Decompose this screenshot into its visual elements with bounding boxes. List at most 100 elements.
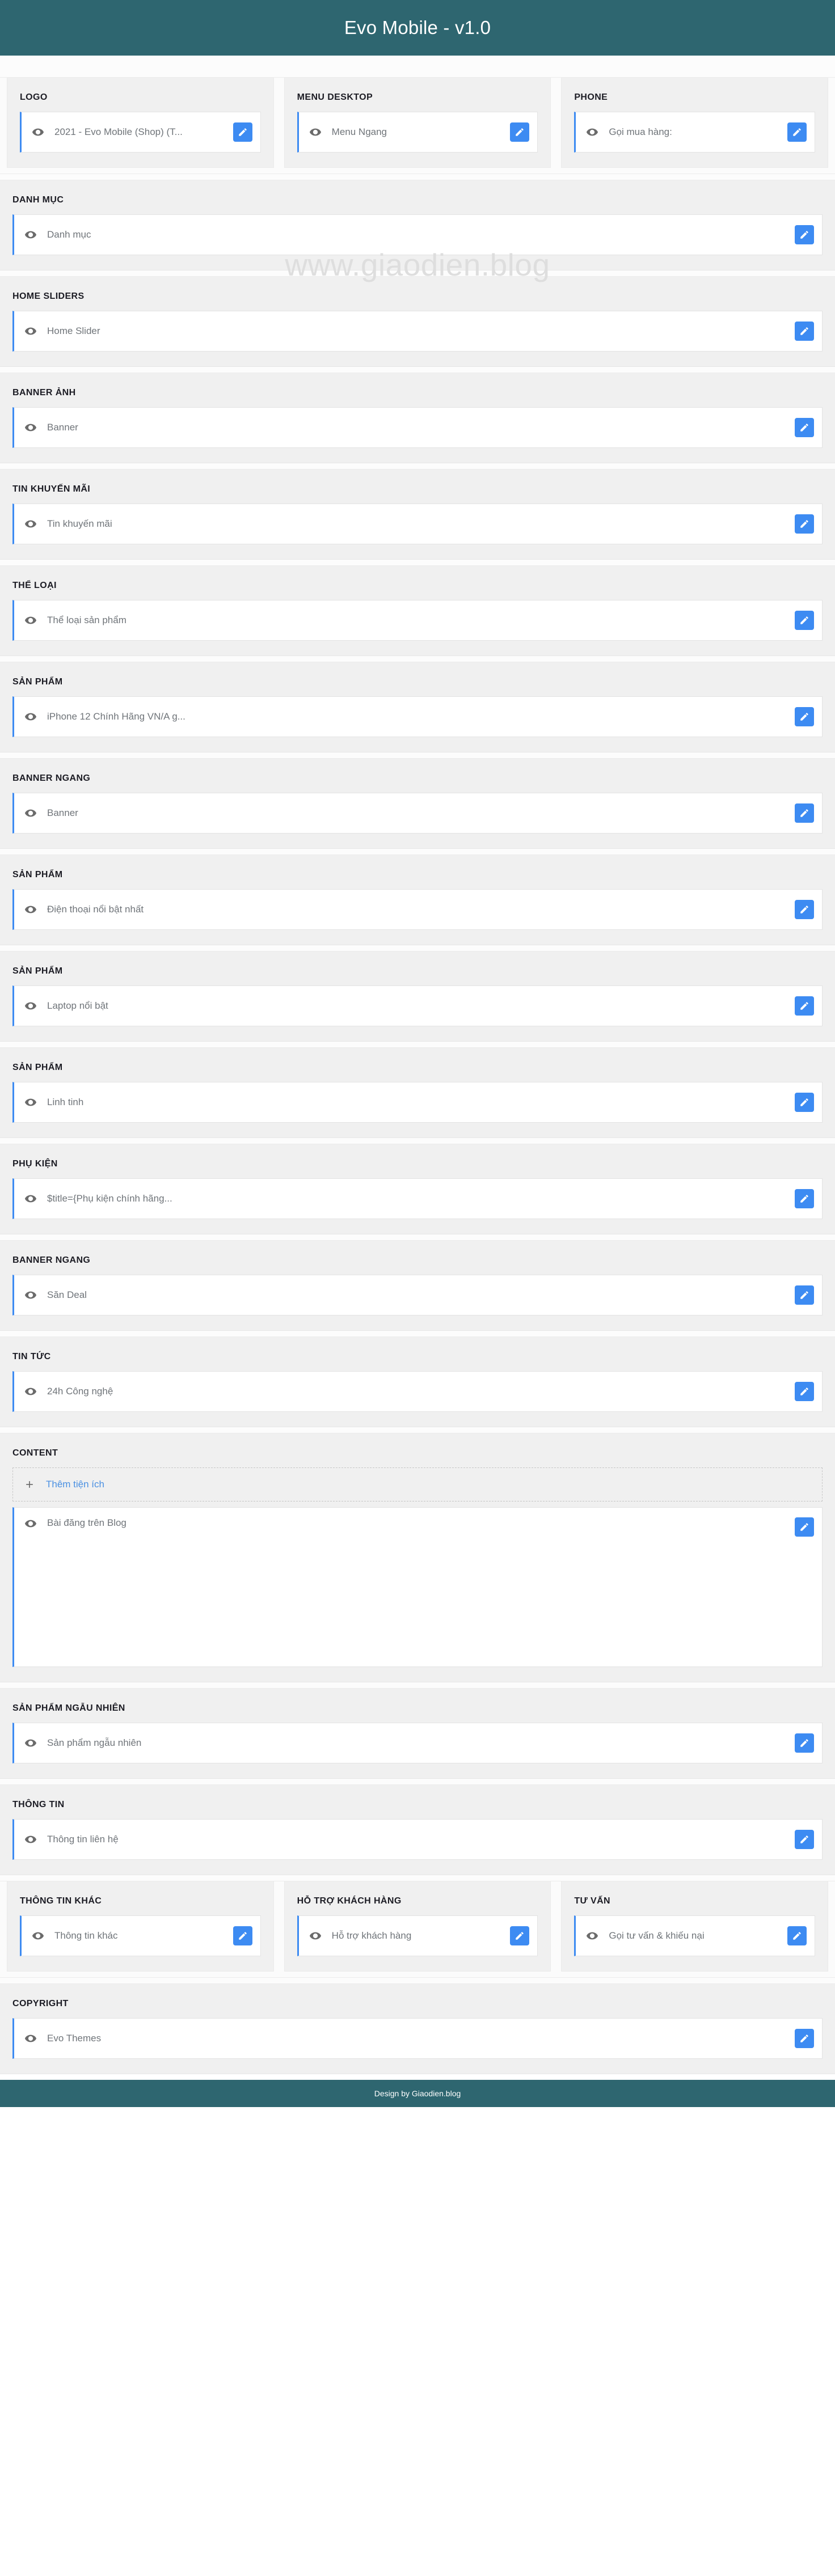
edit-button[interactable] — [795, 514, 814, 534]
widget-san-pham[interactable]: Linh tinh — [12, 1082, 823, 1123]
eye-icon[interactable] — [24, 1737, 37, 1749]
eye-icon[interactable] — [24, 1192, 37, 1205]
eye-icon[interactable] — [24, 903, 37, 916]
widget-label: Home Slider — [47, 325, 100, 336]
section-san-pham: SẢN PHẨM iPhone 12 Chính Hãng VN/A g... — [0, 662, 835, 752]
column-thong-tin-khac: THÔNG TIN KHÁC Thông tin khác — [7, 1881, 274, 1972]
edit-button[interactable] — [787, 1926, 807, 1945]
edit-button[interactable] — [510, 122, 530, 142]
widget-san-pham[interactable]: Laptop nổi bật — [12, 985, 823, 1026]
section-title-home-sliders: HOME SLIDERS — [12, 291, 85, 301]
top-columns-row: LOGO 2021 - Evo Mobile (Shop) (T... MENU… — [0, 77, 835, 174]
widget-label: Evo Themes — [47, 2033, 102, 2044]
eye-icon[interactable] — [309, 126, 322, 138]
edit-button[interactable] — [233, 122, 252, 142]
edit-button[interactable] — [510, 1926, 530, 1945]
widget-tin-tuc[interactable]: 24h Công nghệ — [12, 1371, 823, 1412]
widget-label: Banner — [47, 807, 78, 818]
column-tu-van: TƯ VẤN Gọi tư vấn & khiếu nại — [561, 1881, 829, 1972]
widget-ho-tro-khach-hang[interactable]: Hỗ trợ khách hàng — [297, 1915, 538, 1956]
eye-icon[interactable] — [24, 1000, 37, 1012]
widget-label: Gọi tư vấn & khiếu nại — [609, 1930, 705, 1941]
edit-button[interactable] — [795, 225, 814, 244]
eye-icon[interactable] — [32, 1930, 44, 1942]
edit-button[interactable] — [795, 611, 814, 630]
widget-tin-khuyen-mai[interactable]: Tin khuyến mãi — [12, 504, 823, 544]
widget-phone[interactable]: Gọi mua hàng: — [574, 112, 816, 153]
add-widget-label: Thêm tiện ích — [46, 1479, 104, 1490]
edit-button[interactable] — [787, 122, 807, 142]
plus-icon — [23, 1478, 36, 1491]
widget-phu-kien[interactable]: $title={Phụ kiện chính hãng... — [12, 1178, 823, 1219]
widget-tu-van[interactable]: Gọi tư vấn & khiếu nại — [574, 1915, 816, 1956]
edit-button[interactable] — [795, 1733, 814, 1753]
section-title-tin-khuyen-mai: TIN KHUYẾN MÃI — [12, 484, 91, 494]
widget-label: iPhone 12 Chính Hãng VN/A g... — [47, 711, 185, 722]
widget-label: Bài đăng trên Blog — [47, 1517, 126, 1528]
eye-icon[interactable] — [24, 710, 37, 723]
edit-button[interactable] — [795, 2029, 814, 2048]
eye-icon[interactable] — [586, 126, 598, 138]
widget-menu-desktop[interactable]: Menu Ngang — [297, 112, 538, 153]
edit-button[interactable] — [795, 1093, 814, 1112]
eye-icon[interactable] — [24, 1096, 37, 1109]
eye-icon[interactable] — [24, 614, 37, 627]
edit-button[interactable] — [795, 322, 814, 341]
widget-label: Banner — [47, 422, 78, 433]
widget-copyright[interactable]: Evo Themes — [12, 2018, 823, 2059]
edit-button[interactable] — [795, 1285, 814, 1305]
section-title-san-pham-ngau-nhien: SẢN PHẨM NGẪU NHIÊN — [12, 1703, 125, 1713]
widget-label: Thông tin khác — [54, 1930, 118, 1941]
edit-button[interactable] — [795, 1517, 814, 1537]
eye-icon[interactable] — [586, 1930, 598, 1942]
widget-the-loai[interactable]: Thể loại sản phẩm — [12, 600, 823, 641]
widget-thong-tin-khac[interactable]: Thông tin khác — [20, 1915, 261, 1956]
edit-button[interactable] — [795, 1189, 814, 1208]
column-menu-desktop: MENU DESKTOP Menu Ngang — [284, 78, 551, 168]
eye-icon[interactable] — [24, 807, 37, 819]
section-title-thong-tin: THÔNG TIN — [12, 1800, 65, 1809]
section-title-the-loai: THỂ LOẠI — [12, 581, 57, 590]
widget-logo[interactable]: 2021 - Evo Mobile (Shop) (T... — [20, 112, 261, 153]
widget-banner-anh[interactable]: Banner — [12, 407, 823, 448]
section-title-tin-tuc: TIN TỨC — [12, 1352, 51, 1361]
section-title-content: CONTENT — [12, 1448, 58, 1458]
edit-button[interactable] — [795, 1382, 814, 1401]
widget-home-sliders[interactable]: Home Slider — [12, 311, 823, 352]
widget-thong-tin[interactable]: Thông tin liên hệ — [12, 1819, 823, 1860]
widget-banner-ngang[interactable]: Banner — [12, 793, 823, 834]
eye-icon[interactable] — [309, 1930, 322, 1942]
widget-label: 24h Công nghệ — [47, 1386, 113, 1397]
widget-san-pham-ngau-nhien[interactable]: Sản phẩm ngẫu nhiên — [12, 1723, 823, 1763]
add-widget-button[interactable]: Thêm tiện ích — [12, 1467, 823, 1501]
section-san-pham-ngau-nhien: SẢN PHẨM NGẪU NHIÊN Sản phẩm ngẫu nhiên — [0, 1688, 835, 1779]
widget-san-pham[interactable]: Điện thoại nổi bật nhất — [12, 889, 823, 930]
edit-button[interactable] — [795, 707, 814, 726]
widget-blog-posts[interactable]: Bài đăng trên Blog — [12, 1507, 823, 1667]
eye-icon[interactable] — [24, 1833, 37, 1846]
widget-banner-ngang[interactable]: Săn Deal — [12, 1275, 823, 1316]
eye-icon[interactable] — [24, 1517, 37, 1530]
widget-danh-muc[interactable]: Danh mục — [12, 214, 823, 255]
section-title-tu-van: TƯ VẤN — [574, 1896, 611, 1906]
section-title-san-pham: SẢN PHẨM — [12, 677, 63, 687]
edit-button[interactable] — [795, 996, 814, 1016]
eye-icon[interactable] — [32, 126, 44, 138]
eye-icon[interactable] — [24, 518, 37, 530]
edit-button[interactable] — [795, 803, 814, 823]
section-thong-tin: THÔNG TIN Thông tin liên hệ — [0, 1784, 835, 1875]
app-header: Evo Mobile - v1.0 — [0, 0, 835, 56]
eye-icon[interactable] — [24, 2032, 37, 2045]
edit-button[interactable] — [795, 1830, 814, 1849]
edit-button[interactable] — [795, 900, 814, 919]
eye-icon[interactable] — [24, 1385, 37, 1398]
eye-icon[interactable] — [24, 229, 37, 241]
eye-icon[interactable] — [24, 1289, 37, 1301]
section-title-ho-tro-khach-hang: HỖ TRỢ KHÁCH HÀNG — [297, 1896, 402, 1906]
section-title-logo: LOGO — [20, 92, 48, 102]
eye-icon[interactable] — [24, 325, 37, 337]
eye-icon[interactable] — [24, 421, 37, 434]
widget-san-pham[interactable]: iPhone 12 Chính Hãng VN/A g... — [12, 696, 823, 737]
edit-button[interactable] — [233, 1926, 252, 1945]
edit-button[interactable] — [795, 418, 814, 437]
